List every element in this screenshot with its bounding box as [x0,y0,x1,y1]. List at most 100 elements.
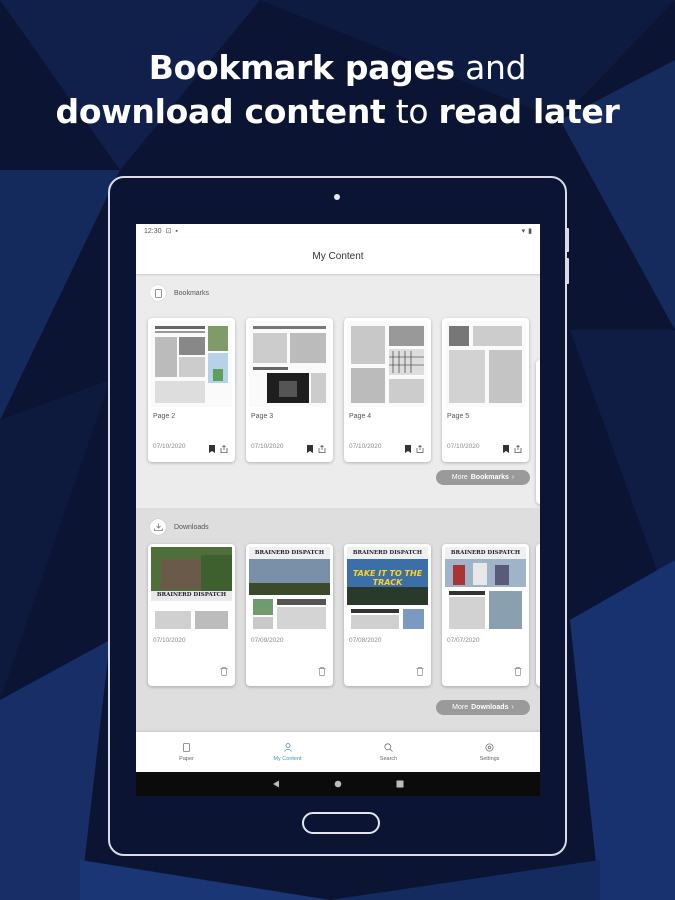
battery-icon: ▮ [528,228,532,235]
app-bar: My Content [136,238,540,274]
gear-icon [485,743,494,751]
home-button[interactable] [302,812,380,834]
share-icon[interactable] [514,445,522,453]
nav-item-search[interactable]: Search [338,732,439,772]
tablet-volume-button [566,258,569,284]
issue-masthead: BRAINERD DISPATCH [352,550,423,556]
share-icon[interactable] [416,445,424,453]
trash-icon[interactable] [220,667,228,676]
bookmark-section-icon [150,285,166,301]
bookmark-title: Page 4 [349,413,372,420]
headline-bold-1: Bookmark pages [148,48,455,87]
download-date: 07/07/2020 [447,637,480,644]
download-card[interactable]: BRAINERD DISPATCH 07/07/2020 [442,544,529,686]
status-bar: 12:30 ⊡ ▪ ▾ ▮ [136,224,540,238]
download-card[interactable]: BRAINERD DISPATCH TAKE IT TO THE TRACK 0… [344,544,431,686]
bookmark-card[interactable]: Page 2 07/10/2020 [148,318,235,462]
nav-label-paper: Paper [179,755,194,762]
promo-headline: Bookmark pages and download content to r… [0,46,675,134]
download-date: 07/09/2020 [251,637,284,644]
issue-masthead: BRAINERD DISPATCH [156,592,227,598]
cover-headline: TAKE IT TO THE TRACK [352,569,423,587]
bookmark-date: 07/10/2020 [251,443,284,450]
more-bookmarks-prefix: More [451,474,468,481]
chevron-right-icon: › [511,704,514,711]
bookmark-icon[interactable] [503,445,509,453]
recents-icon[interactable] [396,780,404,788]
issue-masthead: BRAINERD DISPATCH [254,550,325,556]
more-bookmarks-button[interactable]: More Bookmarks › [436,470,530,485]
more-downloads-button[interactable]: More Downloads › [436,700,530,715]
trash-icon[interactable] [416,667,424,676]
page-thumbnail [151,321,232,407]
headline-light-1: and [454,48,527,87]
bookmark-card[interactable]: Page 3 07/10/2020 [246,318,333,462]
trash-icon[interactable] [514,667,522,676]
downloads-list: BRAINERD DISPATCH 07/10/2020 BRAINERD DI… [148,544,529,686]
wifi-icon: ▾ [521,228,526,235]
bookmark-icon[interactable] [307,445,313,453]
issue-cover-thumbnail: BRAINERD DISPATCH TAKE IT TO THE TRACK [347,547,428,633]
headline-light-2: to [385,92,439,131]
chevron-right-icon: › [511,474,515,481]
home-circle-icon[interactable] [334,780,342,788]
bookmark-card[interactable]: Page 4 07/10/2020 [344,318,431,462]
bookmarks-section: Bookmarks Page 2 07/10/2020 Page 3 07/10… [136,274,540,508]
share-icon[interactable] [318,445,326,453]
nav-item-my-content[interactable]: My Content [237,732,338,772]
issue-cover-thumbnail: BRAINERD DISPATCH [249,547,330,633]
paper-icon [183,742,190,752]
bookmark-date: 07/10/2020 [153,443,186,450]
download-section-icon [150,519,166,535]
storage-icon: ▪ [175,227,178,235]
bookmarks-list: Page 2 07/10/2020 Page 3 07/10/2020 Page… [148,318,529,462]
downloads-section: Downloads BRAINERD DISPATCH 07/10/2020 B… [136,508,540,740]
bookmark-card[interactable]: Page 5 07/10/2020 [442,318,529,462]
camera-icon [334,194,340,200]
more-bookmarks-label: Bookmarks [470,474,509,481]
nav-label-my-content: My Content [273,755,302,762]
bookmarks-header: Bookmarks [136,274,540,304]
bookmark-title: Page 3 [251,413,274,420]
bookmark-title: Page 2 [153,413,176,420]
bookmark-icon[interactable] [405,445,411,453]
bottom-navigation: Paper My Content Search Settings [136,732,540,772]
downloads-label: Downloads [174,523,209,531]
download-date: 07/10/2020 [153,637,186,644]
headline-bold-3: read later [438,92,620,131]
system-navigation-bar [136,772,540,796]
downloads-header: Downloads [136,508,540,538]
page-thumbnail [445,321,526,407]
back-icon[interactable] [272,780,280,788]
page-title: My Content [312,250,364,262]
notification-icon: ⊡ [165,228,172,235]
share-icon[interactable] [220,445,228,453]
more-downloads-label: Downloads [471,704,509,711]
bookmarks-label: Bookmarks [174,289,210,297]
issue-masthead: BRAINERD DISPATCH [450,550,521,556]
bookmark-card-partial[interactable] [536,360,540,504]
tablet-side-button [566,228,569,252]
nav-item-paper[interactable]: Paper [136,732,237,772]
nav-label-settings: Settings [479,755,500,762]
nav-label-search: Search [379,755,398,762]
download-card[interactable]: BRAINERD DISPATCH 07/09/2020 [246,544,333,686]
bookmark-title: Page 5 [447,413,470,420]
more-downloads-prefix: More [452,704,469,711]
download-card-partial[interactable] [536,544,540,686]
issue-cover-thumbnail: BRAINERD DISPATCH [445,547,526,633]
trash-icon[interactable] [318,667,326,676]
bookmark-icon[interactable] [209,445,215,453]
download-card[interactable]: BRAINERD DISPATCH 07/10/2020 [148,544,235,686]
page-thumbnail [347,321,428,407]
app-screen: 12:30 ⊡ ▪ ▾ ▮ My Content Bookmarks Page … [136,224,540,796]
nav-item-settings[interactable]: Settings [439,732,540,772]
bookmark-date: 07/10/2020 [447,443,480,450]
status-time: 12:30 [144,227,162,235]
search-icon [384,742,393,752]
download-date: 07/08/2020 [349,637,382,644]
issue-cover-thumbnail: BRAINERD DISPATCH [151,547,232,633]
bookmark-date: 07/10/2020 [349,443,382,450]
person-icon [283,742,292,752]
page-thumbnail [249,321,330,407]
